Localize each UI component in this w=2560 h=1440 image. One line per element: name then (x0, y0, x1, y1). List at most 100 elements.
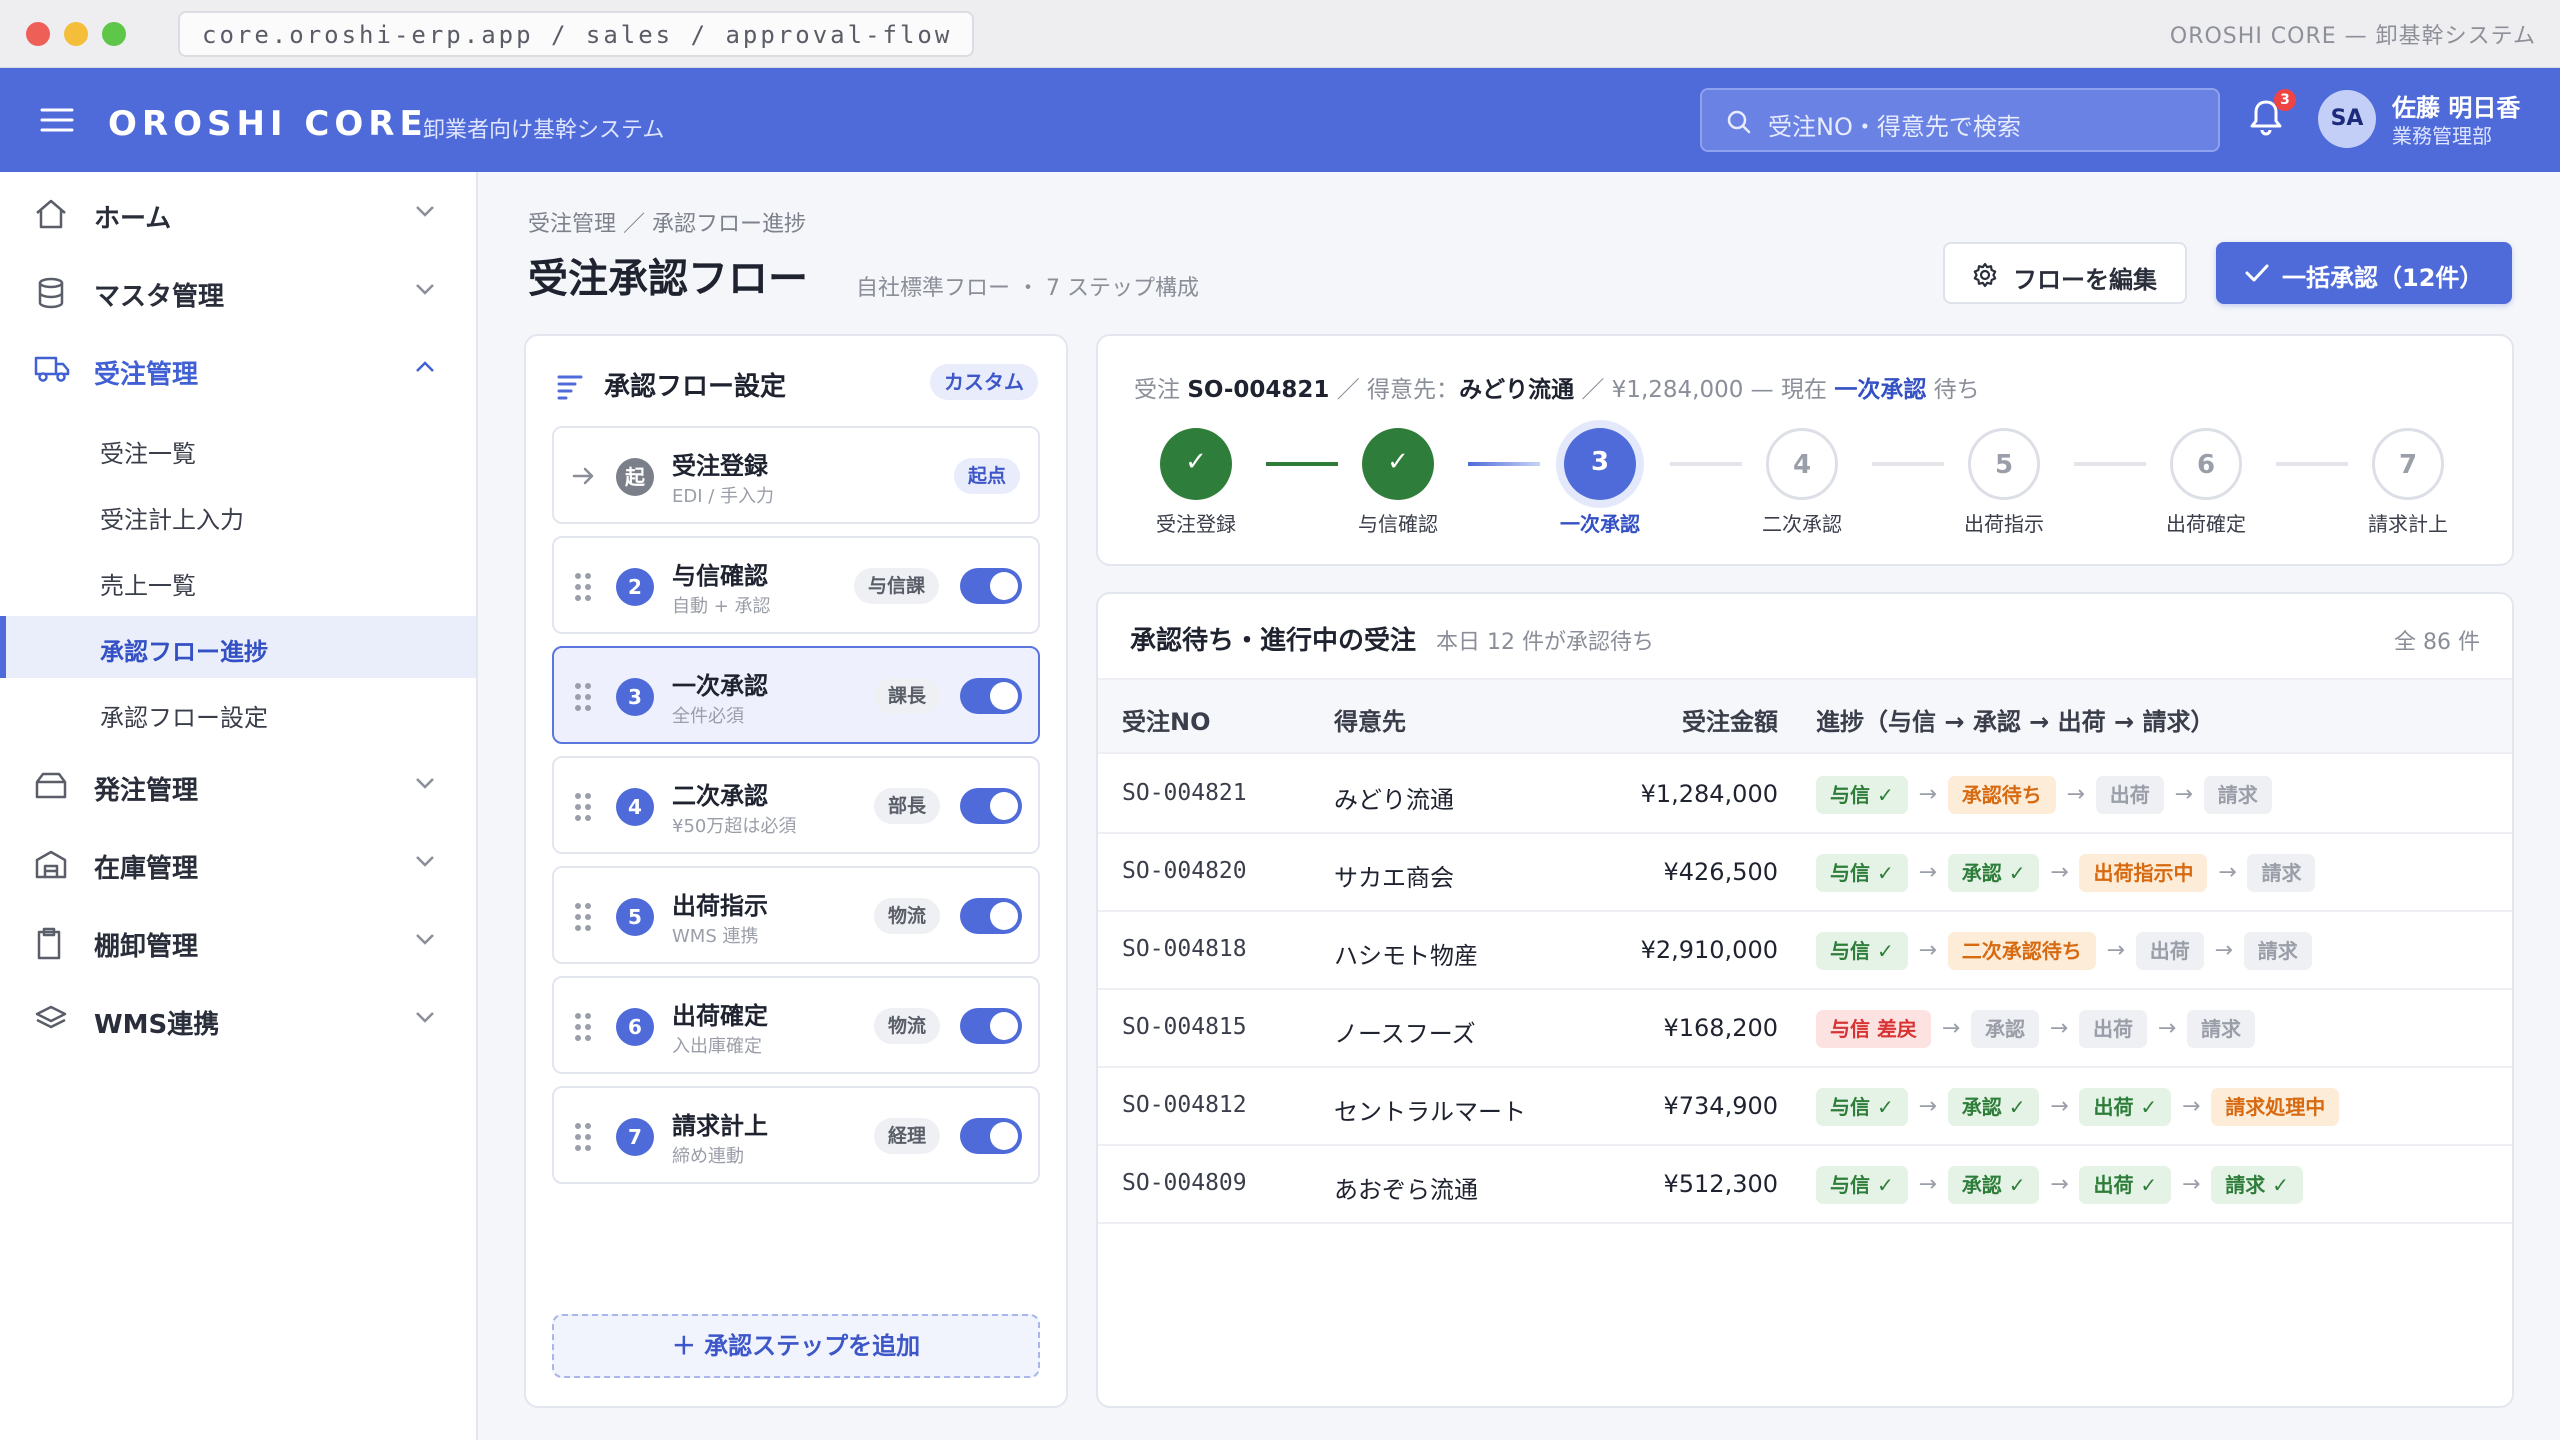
arrow-right-icon: → (2181, 1172, 2201, 1197)
status-badge: 出荷指示中 (2079, 854, 2208, 892)
order-number[interactable]: SO-004818 (1122, 936, 1247, 962)
flow-step[interactable]: 4 二次承認 ¥50万超は必須 部長 (552, 756, 1040, 854)
drag-handle-icon[interactable] (574, 572, 592, 602)
sidebar-subitem-approval-settings[interactable]: 承認フロー設定 (0, 682, 476, 744)
table-row[interactable]: SO-004815 ノースフーズ ¥168,200 与信 差戻 → 承認 → 出荷 → 請求 (1098, 990, 2512, 1068)
order-amount: ¥512,300 (1663, 1170, 1778, 1198)
maximize-window-button[interactable] (102, 22, 126, 46)
avatar[interactable]: SA (2318, 90, 2376, 148)
step-enable-toggle[interactable] (960, 678, 1022, 714)
add-step-button[interactable]: ＋ 承認ステップを追加 (552, 1314, 1040, 1378)
minimize-window-button[interactable] (64, 22, 88, 46)
column-header-customer[interactable]: 得意先 (1334, 702, 1406, 737)
sidebar-item-label: 発注管理 (94, 776, 199, 806)
flow-step[interactable]: 7 請求計上 締め連動 経理 (552, 1086, 1040, 1184)
page-title: 受注承認フロー (528, 256, 808, 302)
drag-handle-icon[interactable] (574, 792, 592, 822)
step-enable-toggle[interactable] (960, 1118, 1022, 1154)
sidebar-subitem-order-list[interactable]: 受注一覧 (0, 418, 476, 480)
menu-icon[interactable] (40, 106, 74, 134)
step-connector (1468, 462, 1540, 466)
table-row[interactable]: SO-004812 セントラルマート ¥734,900 与信 ✓ → 承認 ✓ → 出荷 ✓ →… (1098, 1068, 2512, 1146)
order-amount: ¥168,200 (1663, 1014, 1778, 1042)
arrow-right-icon: → (1918, 860, 1937, 885)
step-role-badge: 起点 (954, 458, 1021, 494)
order-number[interactable]: SO-004809 (1122, 1170, 1247, 1196)
column-header-progress: 進捗（与信 → 承認 → 出荷 → 請求） (1816, 708, 2215, 736)
step-name: 出荷確定 (672, 1002, 768, 1030)
status-badge: 与信 ✓ (1816, 776, 1908, 814)
order-number[interactable]: SO-004821 (1187, 377, 1329, 403)
sidebar-item-master[interactable]: マスタ管理 (0, 256, 476, 328)
flow-step[interactable]: 6 出荷確定 入出庫確定 物流 (552, 976, 1040, 1074)
table-row[interactable]: SO-004821 みどり流通 ¥1,284,000 与信 ✓ → 承認待ち → 出荷 → 請求 (1098, 756, 2512, 834)
sidebar-subitem-approval-progress[interactable]: 承認フロー進捗 (0, 616, 476, 678)
sidebar-item-home[interactable]: ホーム (0, 178, 476, 250)
order-number[interactable]: SO-004812 (1122, 1092, 1247, 1118)
step-name: 与信確認 (672, 562, 768, 590)
chevron-down-icon (414, 204, 436, 218)
column-header-no[interactable]: 受注NO (1122, 702, 1211, 737)
current-order-summary: 受注 SO-004821 ／ 得意先：みどり流通 ／ ¥1,284,000 — … (1134, 370, 1980, 404)
flow-step[interactable]: 2 与信確認 自動 + 承認 与信課 (552, 536, 1040, 634)
drag-handle-icon[interactable] (574, 1122, 592, 1152)
step-name: 請求計上 (672, 1112, 768, 1140)
brand-logo[interactable]: OROSHI CORE (108, 104, 428, 144)
chevron-down-icon (414, 854, 436, 868)
progress-step-label: 与信確認 (1358, 512, 1438, 536)
search-input[interactable]: 受注NO・得意先で検索 (1700, 88, 2220, 152)
step-name: 二次承認 (672, 782, 768, 810)
user-name[interactable]: 佐藤 明日香 (2392, 88, 2520, 123)
flow-settings-title: 承認フロー設定 (604, 372, 787, 402)
table-row[interactable]: SO-004820 サカエ商会 ¥426,500 与信 ✓ → 承認 ✓ → 出荷指示中 → 請求 (1098, 834, 2512, 912)
gear-icon (1971, 261, 1999, 289)
order-number[interactable]: SO-004820 (1122, 858, 1247, 884)
sidebar-item-wms[interactable]: WMS連携 (0, 984, 476, 1056)
step-role-badge: 経理 (874, 1118, 941, 1154)
step-connector (2074, 462, 2146, 466)
page-subtitle: 自社標準フロー ・ 7 ステップ構成 (856, 276, 1199, 301)
table-row[interactable]: SO-004809 あおぞら流通 ¥512,300 与信 ✓ → 承認 ✓ → 出荷 ✓ → 請求… (1098, 1146, 2512, 1224)
sidebar-item-stocktaking[interactable]: 棚卸管理 (0, 906, 476, 978)
drag-handle-icon[interactable] (574, 682, 592, 712)
progress-step-node: 6 (2170, 428, 2242, 500)
progress-chips: 与信 ✓ → 承認 ✓ → 出荷 ✓ → 請求 ✓ (1816, 1166, 2303, 1204)
flow-step-selected[interactable]: 3 一次承認 全件必須 課長 (552, 646, 1040, 744)
flow-step-start[interactable]: 起 受注登録 EDI / 手入力 起点 (552, 426, 1040, 524)
box-icon (34, 770, 68, 800)
orders-table-card: 承認待ち・進行中の受注 本日 12 件が承認待ち 全 86 件 受注NO 得意先… (1096, 592, 2514, 1408)
drag-handle-icon[interactable] (574, 1012, 592, 1042)
orders-total: 全 86 件 (2394, 630, 2480, 655)
home-icon (34, 198, 68, 230)
address-bar[interactable]: core.oroshi-erp.app / sales / approval-f… (178, 11, 974, 57)
close-window-button[interactable] (26, 22, 50, 46)
step-desc: EDI / 手入力 (672, 486, 775, 507)
order-number[interactable]: SO-004821 (1122, 780, 1247, 806)
step-number: 4 (616, 788, 654, 826)
flow-step[interactable]: 5 出荷指示 WMS 連携 物流 (552, 866, 1040, 964)
step-role-badge: 与信課 (854, 568, 940, 604)
sidebar-item-label: 在庫管理 (94, 854, 199, 884)
step-enable-toggle[interactable] (960, 898, 1022, 934)
order-number[interactable]: SO-004815 (1122, 1014, 1247, 1040)
drag-handle-icon[interactable] (574, 902, 592, 932)
add-step-label: 承認ステップを追加 (704, 1332, 921, 1360)
sidebar-item-inventory[interactable]: 在庫管理 (0, 828, 476, 900)
table-row[interactable]: SO-004818 ハシモト物産 ¥2,910,000 与信 ✓ → 二次承認待ち → 出荷 →… (1098, 912, 2512, 990)
bulk-approve-button[interactable]: 一括承認（12件） (2216, 242, 2512, 304)
breadcrumb[interactable]: 受注管理 ／ 承認フロー進捗 (528, 206, 806, 238)
progress-step-label: 二次承認 (1762, 512, 1842, 536)
customer-name: みどり流通 (1459, 377, 1575, 403)
arrow-right-icon: → (2214, 938, 2233, 963)
edit-flow-button[interactable]: フローを編集 (1943, 242, 2187, 304)
sidebar-item-purchase[interactable]: 発注管理 (0, 750, 476, 822)
sidebar-subitem-order-entry[interactable]: 受注計上入力 (0, 484, 476, 546)
column-header-amount[interactable]: 受注金額 (1682, 702, 1778, 737)
sidebar-item-orders[interactable]: 受注管理 (0, 334, 476, 406)
plus-icon: ＋ (671, 1332, 705, 1360)
step-enable-toggle[interactable] (960, 568, 1022, 604)
step-number: 2 (616, 568, 654, 606)
step-enable-toggle[interactable] (960, 788, 1022, 824)
sidebar-subitem-sales-list[interactable]: 売上一覧 (0, 550, 476, 612)
step-enable-toggle[interactable] (960, 1008, 1022, 1044)
